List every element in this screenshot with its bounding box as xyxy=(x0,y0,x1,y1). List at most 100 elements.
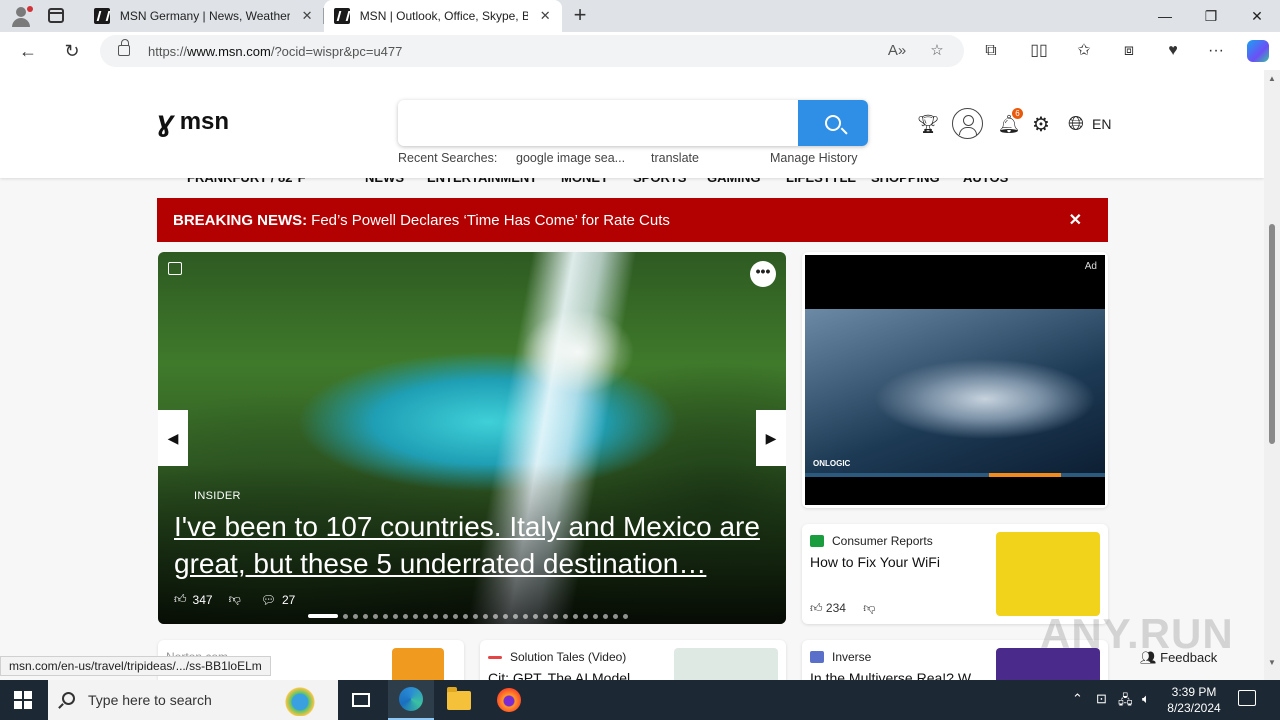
card-title[interactable]: Cit: GPT. The AI Model xyxy=(488,670,630,680)
carousel-dot[interactable] xyxy=(513,613,518,619)
card-title[interactable]: How to Fix Your WiFi xyxy=(810,554,940,570)
close-window-button[interactable]: ✕ xyxy=(1234,0,1280,32)
scroll-up-icon[interactable]: ▲ xyxy=(1268,74,1276,83)
notification-center-icon[interactable] xyxy=(1238,690,1256,706)
copilot-icon[interactable] xyxy=(1247,40,1269,62)
ad-container[interactable]: Ad ONLOGIC xyxy=(802,252,1108,508)
refresh-icon[interactable]: ↻ xyxy=(59,39,85,63)
browser-tab-msn-outlook[interactable]: MSN | Outlook, Office, Skype, Bing ✕ xyxy=(324,0,562,32)
taskbar-search-box[interactable]: Type here to search xyxy=(48,680,338,720)
show-hidden-icons-chevron-icon[interactable]: ⌃ xyxy=(1072,691,1083,707)
new-tab-button[interactable]: + xyxy=(570,4,590,28)
carousel-dot[interactable] xyxy=(603,613,608,619)
carousel-dot[interactable] xyxy=(623,613,628,619)
rewards-trophy-icon[interactable]: 🏆︎ xyxy=(917,112,940,136)
carousel-dot[interactable] xyxy=(423,613,428,619)
address-bar[interactable]: https://www.msn.com/?ocid=wispr&pc=u477 … xyxy=(100,35,964,67)
browser-tab-msn-germany[interactable]: MSN Germany | News, Weather, Wolken ✕ xyxy=(84,0,324,32)
task-view-button[interactable] xyxy=(338,680,384,720)
globe-icon[interactable]: 🌐︎ xyxy=(1064,112,1088,136)
volume-icon[interactable]: 🔈︎ xyxy=(1142,691,1150,707)
carousel-dot[interactable] xyxy=(413,613,418,619)
recent-search-item[interactable]: translate xyxy=(651,151,699,165)
carousel-dot[interactable] xyxy=(593,613,598,619)
feedback-button[interactable]: 👥︎ Feedback xyxy=(1140,650,1217,666)
msn-logo[interactable]: ɣ msn xyxy=(157,107,229,137)
carousel-dot[interactable] xyxy=(308,614,338,618)
carousel-dot[interactable] xyxy=(373,613,378,619)
carousel-dot[interactable] xyxy=(353,613,358,619)
carousel-dot[interactable] xyxy=(433,613,438,619)
carousel-dot[interactable] xyxy=(473,613,478,619)
scrollbar-thumb[interactable] xyxy=(1269,224,1275,444)
hero-carousel[interactable]: ••• ◀ ▶ INSIDER I've been to 107 countri… xyxy=(158,252,786,624)
carousel-dot[interactable] xyxy=(523,613,528,619)
extensions-icon[interactable]: ⧉ xyxy=(979,40,1003,62)
carousel-next-button[interactable]: ▶ xyxy=(756,410,786,466)
ad-video[interactable]: Ad ONLOGIC xyxy=(805,255,1105,505)
network-icon[interactable]: 🖧︎ xyxy=(1118,691,1133,713)
lock-icon[interactable] xyxy=(118,39,130,56)
card-thumbnail[interactable] xyxy=(392,648,444,680)
read-aloud-icon[interactable]: A» xyxy=(886,41,908,61)
carousel-dot[interactable] xyxy=(563,613,568,619)
carousel-dot[interactable] xyxy=(573,613,578,619)
minimize-button[interactable]: — xyxy=(1142,0,1188,32)
favorites-icon[interactable]: ✩ xyxy=(1072,40,1096,62)
collections-icon[interactable]: ⧈ xyxy=(1117,40,1141,62)
news-card[interactable]: Consumer Reports How to Fix Your WiFi 👍︎… xyxy=(802,524,1108,624)
performance-icon[interactable]: ♥ xyxy=(1161,40,1185,62)
maximize-button[interactable]: ❐ xyxy=(1188,0,1234,32)
windows-start-icon[interactable] xyxy=(14,691,32,709)
carousel-dot[interactable] xyxy=(483,613,488,619)
carousel-dot[interactable] xyxy=(343,613,348,619)
thumbs-up-icon[interactable]: 👍︎ xyxy=(810,601,823,615)
carousel-prev-button[interactable]: ◀ xyxy=(158,410,188,466)
comment-icon[interactable]: 💬︎ xyxy=(261,593,276,607)
carousel-dot[interactable] xyxy=(463,613,468,619)
close-banner-button[interactable]: ✕ xyxy=(1069,210,1082,230)
hero-headline-link[interactable]: I've been to 107 countries. Italy and Me… xyxy=(174,508,774,582)
settings-more-icon[interactable]: ··· xyxy=(1204,40,1228,62)
thumbs-down-icon[interactable]: 👎︎ xyxy=(229,592,241,607)
split-screen-icon[interactable]: ▯▯ xyxy=(1027,40,1051,62)
thumbs-up-icon[interactable]: 👍︎ xyxy=(174,592,187,607)
scroll-down-icon[interactable]: ▼ xyxy=(1268,658,1276,667)
more-options-button[interactable]: ••• xyxy=(750,261,776,287)
settings-gear-icon[interactable]: ⚙ xyxy=(1030,112,1052,136)
news-card[interactable]: Solution Tales (Video) Cit: GPT. The AI … xyxy=(480,640,786,680)
carousel-dot[interactable] xyxy=(393,613,398,619)
card-title[interactable]: In the Multiverse Rea!? W xyxy=(810,670,971,680)
account-avatar-icon[interactable] xyxy=(952,108,983,139)
carousel-dot[interactable] xyxy=(503,613,508,619)
carousel-dot[interactable] xyxy=(493,613,498,619)
thumbs-down-icon[interactable]: 👎︎ xyxy=(863,601,875,615)
search-button[interactable] xyxy=(798,100,868,146)
vertical-scrollbar[interactable]: ▲ ▼ xyxy=(1264,70,1280,680)
carousel-dot[interactable] xyxy=(553,613,558,619)
taskbar-firefox[interactable] xyxy=(486,680,532,720)
carousel-dot[interactable] xyxy=(543,613,548,619)
taskbar-edge[interactable] xyxy=(388,680,434,720)
breaking-news-banner[interactable]: BREAKING NEWS: Fed’s Powell Declares ‘Ti… xyxy=(157,198,1108,242)
language-selector[interactable]: EN xyxy=(1092,116,1111,132)
carousel-dot[interactable] xyxy=(363,613,368,619)
manage-history-link[interactable]: Manage History xyxy=(770,151,858,165)
profile-icon[interactable] xyxy=(8,4,34,28)
breaking-news-text[interactable]: Fed’s Powell Declares ‘Time Has Come’ fo… xyxy=(311,212,670,229)
card-thumbnail[interactable] xyxy=(996,532,1100,616)
carousel-dot[interactable] xyxy=(583,613,588,619)
favorite-star-icon[interactable]: ☆ xyxy=(926,41,948,61)
recent-search-item[interactable]: google image sea... xyxy=(516,151,625,165)
carousel-dot[interactable] xyxy=(383,613,388,619)
carousel-dot[interactable] xyxy=(403,613,408,619)
back-arrow-icon[interactable]: ← xyxy=(15,39,41,63)
close-tab-icon[interactable]: ✕ xyxy=(300,8,314,24)
search-box[interactable] xyxy=(398,100,868,146)
tray-device-icon[interactable]: ⊡ xyxy=(1096,691,1107,707)
system-clock[interactable]: 3:39 PM 8/23/2024 xyxy=(1156,684,1232,716)
card-thumbnail[interactable] xyxy=(674,648,778,680)
carousel-dot[interactable] xyxy=(533,613,538,619)
carousel-dot[interactable] xyxy=(453,613,458,619)
tab-actions-icon[interactable] xyxy=(48,8,64,23)
